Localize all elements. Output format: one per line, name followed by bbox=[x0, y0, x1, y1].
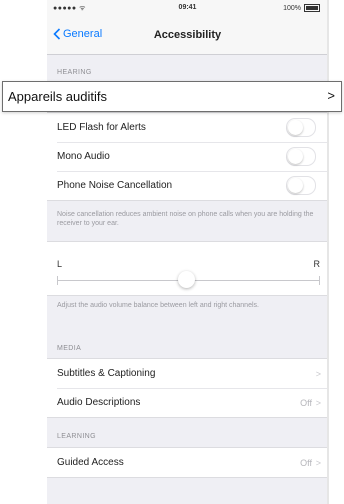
status-bar: ●●●●● ᯤ 09:41 100% bbox=[47, 0, 328, 18]
chevron-right-icon: > bbox=[315, 368, 321, 379]
battery-icon bbox=[304, 4, 320, 12]
navigation-bar: General Accessibility bbox=[47, 18, 328, 55]
section-header-learning: LEARNING bbox=[57, 433, 96, 440]
slider-tick-left bbox=[57, 276, 58, 285]
row-label: Subtitles & Captioning bbox=[57, 368, 156, 379]
led-flash-toggle[interactable] bbox=[286, 118, 316, 137]
row-detail-value: Off bbox=[300, 397, 312, 408]
toggle-knob bbox=[288, 149, 303, 164]
noise-cancellation-toggle[interactable] bbox=[286, 176, 316, 195]
row-mono-audio[interactable]: Mono Audio bbox=[47, 142, 328, 171]
row-label: Phone Noise Cancellation bbox=[57, 180, 173, 191]
learning-group: Guided Access Off > bbox=[47, 447, 328, 478]
row-led-flash[interactable]: LED Flash for Alerts bbox=[47, 113, 328, 142]
row-label: Mono Audio bbox=[57, 151, 110, 162]
section-header-media: MEDIA bbox=[57, 345, 82, 352]
row-guided-access[interactable]: Guided Access Off > bbox=[47, 448, 328, 477]
row-audio-descriptions[interactable]: Audio Descriptions Off > bbox=[47, 388, 328, 417]
battery-percent: 100% bbox=[283, 4, 301, 12]
noise-cancellation-note: Noise cancellation reduces ambient noise… bbox=[57, 211, 314, 227]
phone-edge bbox=[327, 0, 329, 504]
balance-right-label: R bbox=[313, 259, 321, 269]
chevron-right-icon: > bbox=[327, 88, 335, 103]
chevron-right-icon: > bbox=[315, 457, 321, 468]
row-detail-value: Off bbox=[300, 457, 312, 468]
row-label: LED Flash for Alerts bbox=[57, 122, 146, 133]
hearing-devices-row[interactable]: Appareils auditifs > bbox=[2, 81, 342, 112]
toggle-knob bbox=[288, 178, 303, 193]
balance-slider-group: L R bbox=[47, 241, 328, 296]
page-title: Accessibility bbox=[153, 29, 222, 41]
row-label: Guided Access bbox=[57, 457, 124, 468]
chevron-right-icon: > bbox=[315, 397, 321, 408]
balance-left-label: L bbox=[57, 259, 63, 269]
toggle-knob bbox=[288, 120, 303, 135]
row-subtitles-captioning[interactable]: Subtitles & Captioning > bbox=[47, 359, 328, 388]
slider-tick-right bbox=[319, 276, 320, 285]
balance-note: Adjust the audio volume balance between … bbox=[57, 302, 259, 309]
section-header-hearing: HEARING bbox=[57, 69, 92, 76]
phone-screen: ●●●●● ᯤ 09:41 100% General Accessibility… bbox=[47, 0, 328, 504]
balance-slider-thumb[interactable] bbox=[178, 271, 195, 288]
hearing-devices-label: Appareils auditifs bbox=[8, 89, 107, 104]
hearing-group: LED Flash for Alerts Mono Audio Phone No… bbox=[47, 112, 328, 201]
media-group: Subtitles & Captioning > Audio Descripti… bbox=[47, 358, 328, 418]
battery-indicator: 100% bbox=[283, 4, 320, 12]
mono-audio-toggle[interactable] bbox=[286, 147, 316, 166]
row-label: Audio Descriptions bbox=[57, 397, 141, 408]
row-noise-cancellation[interactable]: Phone Noise Cancellation bbox=[47, 171, 328, 200]
